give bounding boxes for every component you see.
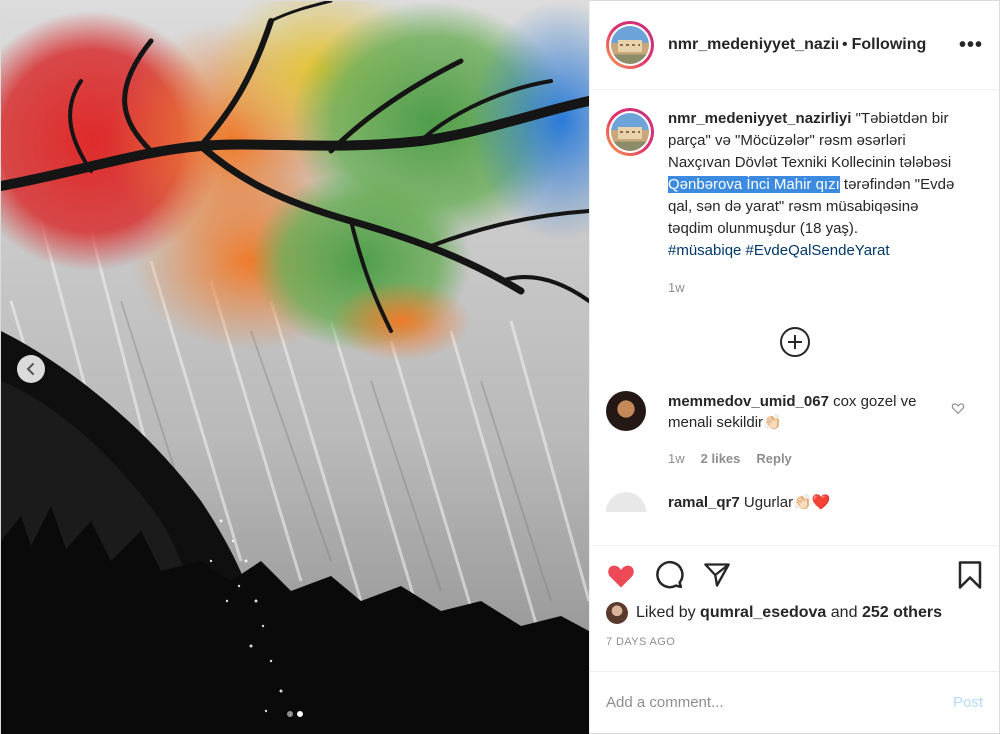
caption-author-avatar[interactable]: [606, 108, 654, 156]
like-heart-icon[interactable]: [606, 561, 636, 589]
caption-highlighted-text: Qənbərova İnci Mahir qızı: [668, 176, 840, 193]
carousel-dot-1: [287, 711, 293, 717]
caption-author-link[interactable]: nmr_medeniyyet_nazirliyi: [668, 110, 851, 127]
liked-by-summary: Liked by qumral_esedova and 252 others: [606, 602, 983, 624]
author-username-link[interactable]: nmr_medeniyyet_nazirl: [668, 36, 838, 54]
comment-input[interactable]: [606, 694, 953, 711]
add-comment-bar: Post: [590, 671, 999, 733]
comment-body: ramal_qr7 Ugurlar👏🏻❤️: [668, 492, 830, 512]
load-more-comments-button[interactable]: [779, 327, 810, 357]
comment-likes-link[interactable]: 2 likes: [701, 451, 741, 466]
caption-timestamp[interactable]: 1w: [668, 280, 983, 295]
caption-hashtags[interactable]: #müsabiqe #EvdeQalSendeYarat: [668, 242, 890, 259]
comment-item: memmedov_umid_067 cox gozel ve menali se…: [606, 391, 983, 433]
post-date[interactable]: 7 DAYS AGO: [606, 636, 983, 648]
chevron-left-icon: [26, 363, 34, 375]
save-bookmark-icon[interactable]: [957, 560, 983, 590]
liker-avatar[interactable]: [606, 602, 628, 624]
post-comment-button[interactable]: Post: [953, 694, 983, 711]
share-icon[interactable]: [702, 561, 732, 589]
author-avatar[interactable]: [606, 21, 654, 69]
plus-icon: [787, 335, 802, 349]
comment-body: memmedov_umid_067 cox gozel ve menali se…: [668, 391, 938, 433]
post-header: nmr_medeniyyet_nazirl • Following •••: [590, 1, 999, 90]
comment-timestamp[interactable]: 1w: [668, 451, 685, 466]
comment-meta: 1w 2 likes Reply: [668, 451, 983, 466]
commenter-avatar[interactable]: [606, 492, 646, 512]
comment-reply-button[interactable]: Reply: [756, 451, 791, 466]
comment-icon[interactable]: [654, 560, 684, 590]
comment-like-icon[interactable]: [951, 401, 965, 420]
post-media[interactable]: [1, 1, 589, 734]
liker-username-link[interactable]: qumral_esedova: [700, 604, 826, 622]
liked-by-and: and: [830, 604, 858, 621]
commenter-username-link[interactable]: ramal_qr7: [668, 494, 740, 511]
following-button[interactable]: Following: [852, 36, 927, 54]
post-side-panel: nmr_medeniyyet_nazirl • Following ••• nm…: [589, 1, 999, 733]
comment-text: Ugurlar👏🏻❤️: [743, 494, 831, 511]
post-dialog: nmr_medeniyyet_nazirl • Following ••• nm…: [0, 0, 1000, 734]
comment-item: ramal_qr7 Ugurlar👏🏻❤️: [606, 492, 983, 512]
more-options-icon[interactable]: •••: [959, 34, 983, 57]
commenter-avatar[interactable]: [606, 391, 646, 431]
likes-count-link[interactable]: 252 others: [862, 604, 942, 622]
post-caption: nmr_medeniyyet_nazirliyi "Təbiətdən bir …: [606, 108, 983, 262]
carousel-dot-2: [297, 711, 303, 717]
separator-dot: •: [842, 36, 848, 53]
liked-by-prefix: Liked by: [636, 604, 696, 621]
commenter-username-link[interactable]: memmedov_umid_067: [668, 393, 829, 410]
caption-text: nmr_medeniyyet_nazirliyi "Təbiətdən bir …: [668, 108, 964, 262]
action-icons-row: [606, 560, 983, 590]
carousel-prev-button[interactable]: [17, 355, 45, 383]
carousel-indicator: [1, 711, 589, 717]
comments-list: nmr_medeniyyet_nazirliyi "Təbiətdən bir …: [590, 90, 999, 545]
painting-image: [1, 1, 589, 734]
